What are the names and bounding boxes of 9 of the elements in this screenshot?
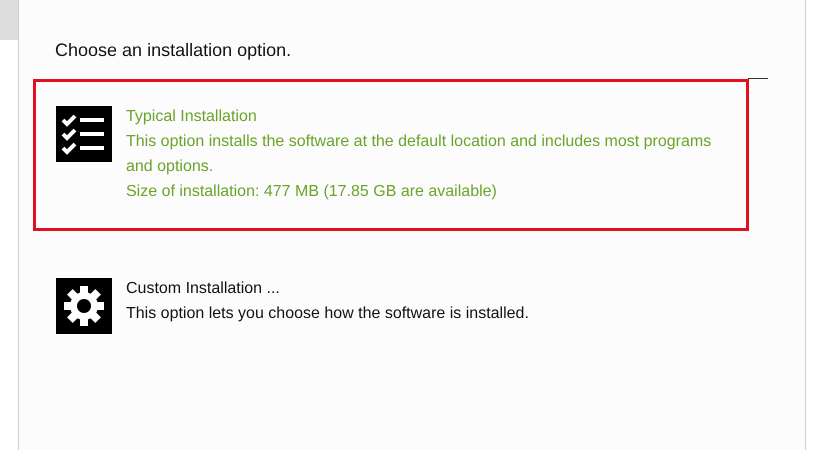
heading: Choose an installation option. bbox=[55, 40, 292, 62]
option-description: This option installs the software at the default location and includes most programs and options. bbox=[126, 132, 712, 177]
checklist-icon bbox=[56, 106, 112, 162]
option-description: This option lets you choose how the software is installed. bbox=[126, 304, 530, 324]
gear-icon bbox=[56, 278, 112, 334]
option-description: Size of installation: 477 MB (17.85 GB are available) bbox=[126, 182, 498, 202]
option-title: Typical Installation bbox=[126, 107, 258, 127]
option-title: Custom Installation ... bbox=[126, 279, 281, 299]
install-option[interactable]: Custom Installation ... This option lets you choose how the software is installed. bbox=[33, 251, 749, 361]
